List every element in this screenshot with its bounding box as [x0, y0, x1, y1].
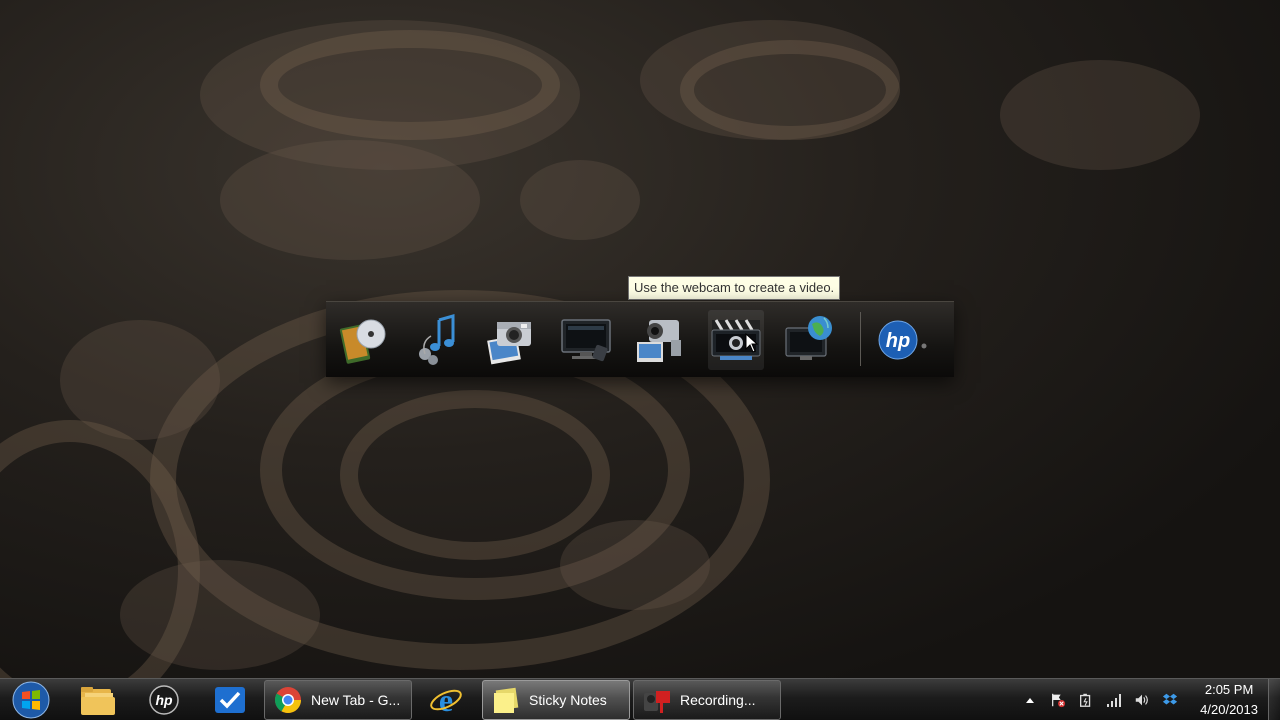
svg-text:hp: hp — [886, 330, 910, 352]
action-center-button[interactable] — [1050, 692, 1066, 708]
clock-date: 4/20/2013 — [1200, 702, 1258, 717]
action-center-flag-icon — [1052, 693, 1066, 708]
tv-monitor-icon — [561, 319, 611, 362]
svg-text:hp: hp — [155, 692, 173, 708]
taskbar-task-recording[interactable]: Recording... — [633, 680, 781, 720]
hp-icon: hp — [149, 685, 179, 715]
start-button[interactable] — [8, 681, 54, 719]
dock-item-hp[interactable]: hp — [872, 310, 928, 370]
dock-item-photos[interactable] — [482, 310, 538, 370]
photo-camera-icon — [487, 322, 531, 365]
power-icon — [1080, 693, 1091, 707]
taskbar: hp New Tab - G... e Sticky Notes Recordi… — [0, 678, 1280, 720]
taskbar-task-chrome[interactable]: New Tab - G... — [264, 680, 412, 720]
dropbox-icon — [1163, 693, 1178, 705]
taskbar-task-label: New Tab - G... — [311, 692, 401, 708]
music-icon — [419, 314, 455, 365]
taskbar-task-label: Sticky Notes — [529, 692, 607, 708]
file-explorer-icon — [81, 687, 115, 715]
dock-item-web[interactable] — [782, 310, 838, 370]
windows-start-orb-icon — [12, 681, 50, 719]
taskbar-pin-checkmark-app[interactable] — [200, 680, 260, 720]
dock-item-video[interactable] — [632, 310, 688, 370]
taskbar-clock[interactable]: 2:05 PM 4/20/2013 — [1200, 680, 1258, 720]
dock-tooltip: Use the webcam to create a video. — [628, 276, 841, 300]
network-button[interactable] — [1106, 692, 1122, 708]
show-desktop-button[interactable] — [1268, 679, 1280, 720]
taskbar-pin-explorer[interactable] — [68, 680, 128, 720]
chrome-icon — [274, 687, 302, 714]
taskbar-task-sticky-notes[interactable]: Sticky Notes — [482, 680, 630, 720]
media-dvd-icon — [339, 319, 386, 364]
checkmark-app-icon — [215, 687, 245, 713]
show-hidden-icons-icon — [1026, 698, 1035, 703]
taskbar-pin-hp[interactable]: hp — [134, 680, 194, 720]
svg-text:e: e — [439, 682, 453, 718]
hp-logo-icon: hp — [878, 320, 927, 360]
dock-separator — [860, 312, 861, 366]
internet-explorer-icon: e — [430, 682, 462, 718]
taskbar-task-label: Recording... — [680, 692, 756, 708]
dock-item-tv[interactable] — [558, 310, 614, 370]
system-tray: 2:05 PM 4/20/2013 — [1022, 679, 1264, 720]
volume-icon — [1135, 694, 1149, 706]
taskbar-pin-internet-explorer[interactable]: e — [416, 680, 476, 720]
video-camera-icon — [637, 320, 681, 362]
mouse-cursor-icon — [745, 333, 759, 353]
power-button[interactable] — [1078, 692, 1094, 708]
network-signal-icon — [1107, 694, 1122, 707]
dock-item-music[interactable] — [410, 310, 466, 370]
web-globe-icon — [785, 316, 832, 360]
clock-time: 2:05 PM — [1204, 682, 1254, 697]
volume-button[interactable] — [1134, 692, 1150, 708]
show-hidden-icons-button[interactable] — [1022, 692, 1038, 708]
dropbox-button[interactable] — [1162, 692, 1178, 708]
dock-item-media-dvd[interactable] — [336, 310, 392, 370]
recording-icon — [644, 691, 670, 713]
sticky-notes-icon — [494, 687, 519, 713]
hp-quick-launch-dock: hp — [326, 301, 954, 377]
